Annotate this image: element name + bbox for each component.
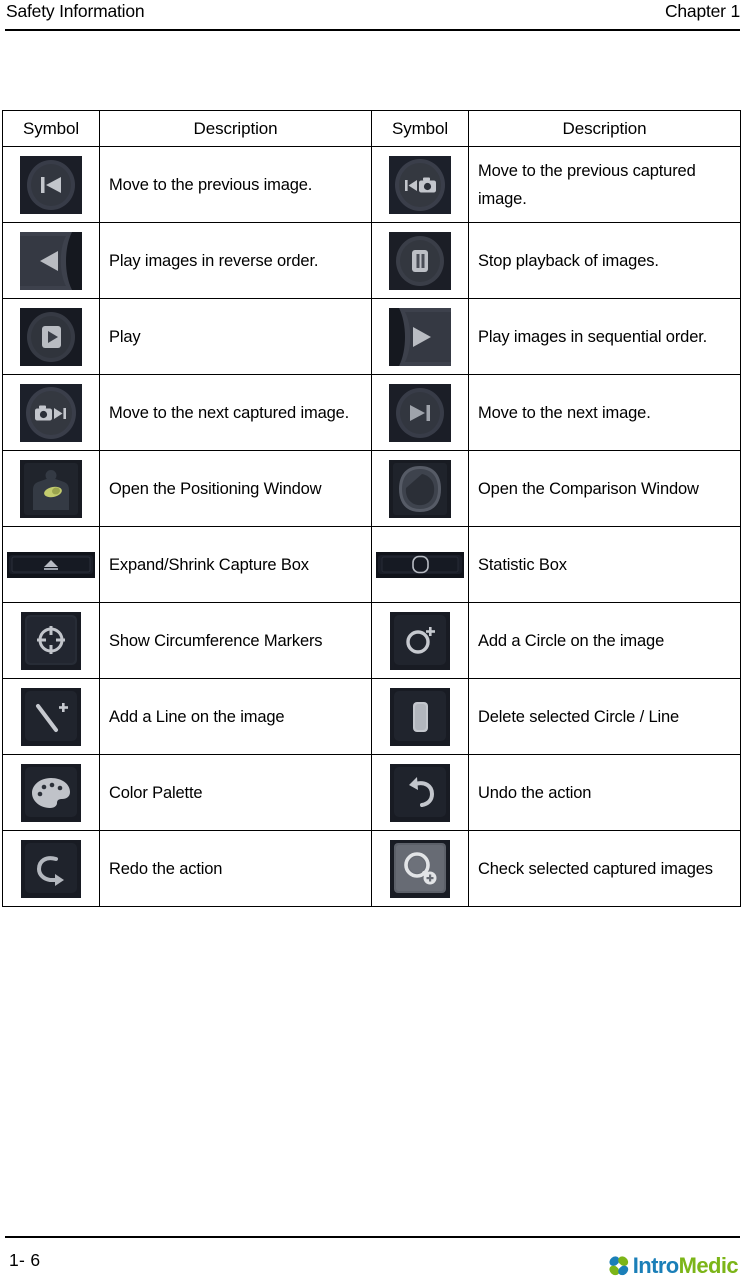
delete-shape-icon — [390, 687, 450, 746]
description-cell: Undo the action — [468, 754, 741, 831]
symbol-cell — [2, 754, 100, 831]
symbol-cell — [2, 602, 100, 679]
description-cell: Add a Line on the image — [99, 678, 372, 755]
table-header-row: Symbol Description Symbol Description — [2, 110, 741, 147]
clover-logo-icon — [607, 1254, 631, 1278]
circumference-markers-icon — [21, 611, 81, 670]
table-row: Open the Positioning Window Open the Com… — [2, 450, 741, 527]
description-cell: Stop playback of images. — [468, 222, 741, 299]
brand-word-intro: Intro — [632, 1253, 679, 1278]
column-header-symbol-right: Symbol — [371, 110, 469, 147]
add-circle-icon — [390, 611, 450, 670]
symbol-cell — [371, 526, 469, 603]
description-cell: Redo the action — [99, 830, 372, 907]
symbol-cell — [371, 678, 469, 755]
description-cell: Move to the next image. — [468, 374, 741, 451]
description-cell: Play — [99, 298, 372, 375]
symbol-cell — [2, 526, 100, 603]
previous-captured-image-icon — [389, 155, 451, 214]
table-row: Redo the action Check selected captured … — [2, 830, 741, 907]
description-cell: Play images in sequential order. — [468, 298, 741, 375]
statistic-box-icon — [376, 551, 464, 578]
table-row: Play Play images in sequential order. — [2, 298, 741, 375]
table-row: Add a Line on the image Delete selected … — [2, 678, 741, 755]
description-cell: Color Palette — [99, 754, 372, 831]
comparison-window-icon — [389, 459, 451, 518]
column-header-description-right: Description — [468, 110, 741, 147]
intromedic-logo: IntroMedic — [607, 1253, 739, 1278]
table-row: Move to the previous image. Move to the … — [2, 146, 741, 223]
symbol-cell — [371, 602, 469, 679]
description-cell: Open the Comparison Window — [468, 450, 741, 527]
description-cell: Play images in reverse order. — [99, 222, 372, 299]
symbol-cell — [2, 450, 100, 527]
header-chapter-label: Chapter 1 — [664, 1, 740, 21]
header-divider-rule — [5, 29, 740, 31]
page-number: 1- 6 — [9, 1250, 41, 1270]
table-row: Color Palette Undo the action — [2, 754, 741, 831]
description-cell: Show Circumference Markers — [99, 602, 372, 679]
symbol-cell — [2, 678, 100, 755]
brand-wordmark: IntroMedic — [632, 1253, 739, 1278]
play-sequential-icon — [389, 307, 451, 366]
description-cell: Add a Circle on the image — [468, 602, 741, 679]
description-cell: Delete selected Circle / Line — [468, 678, 741, 755]
symbol-cell — [2, 222, 100, 299]
symbol-cell — [2, 830, 100, 907]
color-palette-icon — [21, 763, 81, 822]
positioning-window-icon — [20, 459, 82, 518]
symbol-cell — [371, 298, 469, 375]
expand-shrink-capture-box-icon — [7, 551, 95, 578]
description-cell: Move to the next captured image. — [99, 374, 372, 451]
symbol-cell — [2, 374, 100, 451]
symbol-description-table: Symbol Description Symbol Description Mo… — [2, 110, 741, 907]
symbol-cell — [2, 146, 100, 223]
description-cell: Check selected captured images — [468, 830, 741, 907]
skip-next-icon — [389, 383, 451, 442]
table-body: Move to the previous image. Move to the … — [2, 146, 741, 907]
table-row: Show Circumference Markers Add a Circle … — [2, 602, 741, 679]
header-section-title: Safety Information — [6, 1, 145, 21]
description-cell: Expand/Shrink Capture Box — [99, 526, 372, 603]
symbol-cell — [371, 450, 469, 527]
column-header-description-left: Description — [99, 110, 372, 147]
symbol-cell — [371, 222, 469, 299]
footer-divider-rule — [5, 1236, 740, 1238]
add-line-icon — [21, 687, 81, 746]
symbol-cell — [371, 374, 469, 451]
symbol-cell — [371, 754, 469, 831]
page-header: Safety Information Chapter 1 — [6, 0, 740, 30]
symbol-cell — [2, 298, 100, 375]
description-cell: Open the Positioning Window — [99, 450, 372, 527]
column-header-symbol-left: Symbol — [2, 110, 100, 147]
brand-word-medic: Medic — [678, 1253, 739, 1278]
skip-previous-icon — [20, 155, 82, 214]
symbol-cell — [371, 146, 469, 223]
redo-icon — [21, 839, 81, 898]
play-reverse-icon — [20, 231, 82, 290]
table-row: Play images in reverse order. Stop playb… — [2, 222, 741, 299]
symbol-cell — [371, 830, 469, 907]
table-row: Expand/Shrink Capture Box Statistic Box — [2, 526, 741, 603]
table-row: Move to the next captured image. Move to… — [2, 374, 741, 451]
next-captured-image-icon — [20, 383, 82, 442]
pause-stop-icon — [389, 231, 451, 290]
play-icon — [20, 307, 82, 366]
undo-icon — [390, 763, 450, 822]
description-cell: Statistic Box — [468, 526, 741, 603]
description-cell: Move to the previous captured image. — [468, 146, 741, 223]
description-cell: Move to the previous image. — [99, 146, 372, 223]
check-captured-images-icon — [390, 839, 450, 898]
